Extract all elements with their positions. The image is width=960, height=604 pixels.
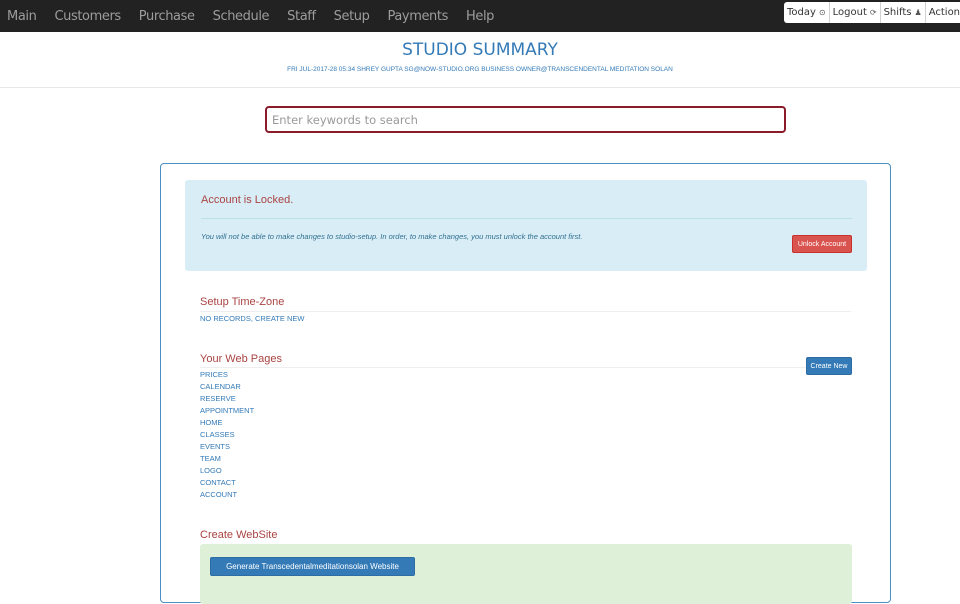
timezone-divider bbox=[200, 311, 851, 312]
page-link-account[interactable]: ACCOUNT bbox=[200, 490, 237, 499]
unlock-account-button[interactable]: Unlock Account bbox=[792, 235, 852, 253]
nav-help[interactable]: Help bbox=[466, 8, 494, 24]
today-button[interactable]: Today ⊙ bbox=[784, 2, 830, 23]
nav-payments[interactable]: Payments bbox=[387, 8, 448, 24]
summary-panel: Account is Locked. You will not be able … bbox=[160, 163, 891, 604]
top-navbar: Main Customers Purchase Schedule Staff S… bbox=[0, 0, 960, 32]
today-label: Today bbox=[787, 7, 816, 18]
main-menu: Main Customers Purchase Schedule Staff S… bbox=[7, 0, 512, 32]
nav-purchase[interactable]: Purchase bbox=[139, 8, 195, 24]
page-link-home[interactable]: HOME bbox=[200, 418, 223, 427]
create-new-page-button[interactable]: Create New bbox=[806, 357, 852, 375]
nav-schedule[interactable]: Schedule bbox=[213, 8, 270, 24]
webpages-title: Your Web Pages bbox=[200, 353, 282, 365]
nav-setup[interactable]: Setup bbox=[334, 8, 370, 24]
logout-button[interactable]: Logout ⟳ bbox=[830, 2, 881, 23]
alert-title: Account is Locked. bbox=[201, 194, 294, 206]
session-info: FRI JUL-2017-28 05:34 SHREY GUPTA SG@NOW… bbox=[287, 66, 673, 73]
website-box: Generate Transcedentalmeditationsolan We… bbox=[200, 544, 852, 604]
page-link-reserve[interactable]: RESERVE bbox=[200, 394, 236, 403]
page-title: STUDIO SUMMARY bbox=[402, 40, 558, 60]
page-link-team[interactable]: TEAM bbox=[200, 454, 221, 463]
create-timezone-link[interactable]: NO RECORDS, CREATE NEW bbox=[200, 314, 304, 323]
shifts-label: Shifts bbox=[883, 7, 912, 18]
page-link-events[interactable]: EVENTS bbox=[200, 442, 230, 451]
page-header: STUDIO SUMMARY FRI JUL-2017-28 05:34 SHR… bbox=[0, 32, 960, 88]
logout-label: Logout bbox=[832, 7, 867, 18]
alert-divider bbox=[201, 218, 852, 219]
nav-customers[interactable]: Customers bbox=[54, 8, 121, 24]
page-link-prices[interactable]: PRICES bbox=[200, 370, 228, 379]
page-link-classes[interactable]: CLASSES bbox=[200, 430, 235, 439]
user-actions: Today ⊙ Logout ⟳ Shifts ♟ Actions ▯ bbox=[784, 2, 960, 23]
timezone-title: Setup Time-Zone bbox=[200, 296, 285, 308]
page-link-calendar[interactable]: CALENDAR bbox=[200, 382, 241, 391]
search-input[interactable] bbox=[265, 106, 786, 133]
actions-button[interactable]: Actions ▯ bbox=[926, 2, 960, 23]
page-link-contact[interactable]: CONTACT bbox=[200, 478, 236, 487]
locked-alert: Account is Locked. You will not be able … bbox=[185, 180, 867, 271]
page-link-appointment[interactable]: APPOINTMENT bbox=[200, 406, 254, 415]
clock-icon: ⊙ bbox=[818, 8, 826, 17]
webpages-divider bbox=[200, 367, 851, 368]
alert-message: You will not be able to make changes to … bbox=[201, 232, 583, 241]
page-link-logo[interactable]: LOGO bbox=[200, 466, 222, 475]
actions-label: Actions bbox=[928, 7, 960, 18]
nav-staff[interactable]: Staff bbox=[287, 8, 316, 24]
logout-icon: ⟳ bbox=[869, 8, 877, 17]
shifts-button[interactable]: Shifts ♟ bbox=[881, 2, 926, 23]
website-title: Create WebSite bbox=[200, 529, 278, 541]
generate-website-button[interactable]: Generate Transcedentalmeditationsolan We… bbox=[210, 557, 415, 576]
user-icon: ♟ bbox=[914, 8, 922, 17]
nav-main[interactable]: Main bbox=[7, 8, 37, 24]
